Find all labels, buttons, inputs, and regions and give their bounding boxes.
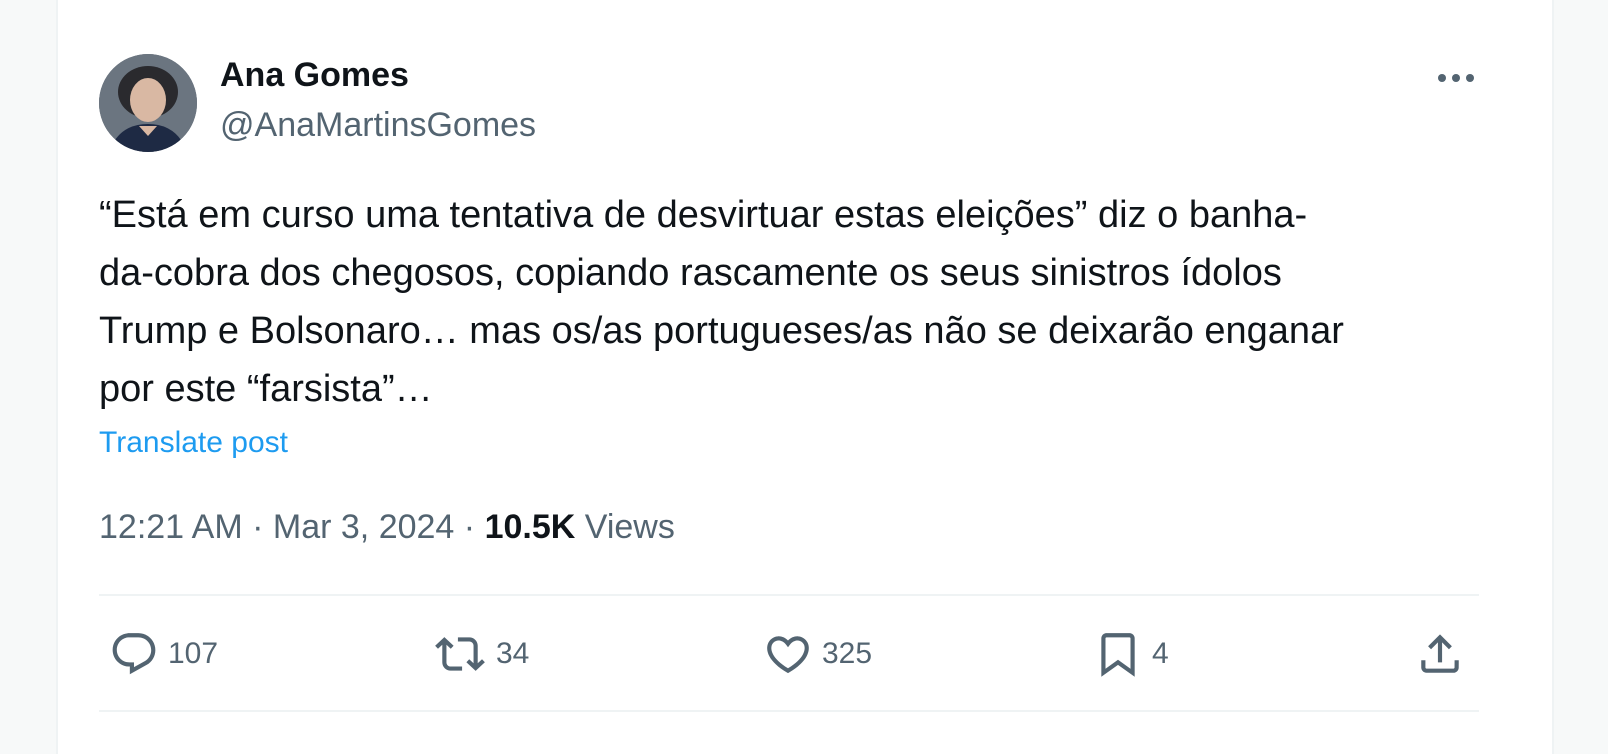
avatar[interactable] [99,54,197,152]
reply-button[interactable]: 107 [108,626,218,682]
post-time[interactable]: 12:21 AM [99,508,243,546]
bookmark-icon [1101,633,1135,677]
post-text-line: “Está em curso uma tentativa de desvirtu… [99,194,1308,236]
meta-separator: · [252,508,264,546]
post-text-line: da-cobra dos chegosos, copiando rascamen… [99,252,1282,294]
bookmark-count: 4 [1152,637,1169,670]
views-label[interactable]: Views [585,508,675,546]
like-button[interactable]: 325 [762,626,872,682]
avatar-image [99,54,197,152]
divider-top [99,594,1479,596]
views-count[interactable]: 10.5K [485,508,576,546]
post-text-line: Trump e Bolsonaro… mas os/as portugueses… [99,310,1344,352]
meta-separator: · [463,508,476,546]
tweet-card: Ana Gomes @AnaMartinsGomes “Está em curs… [56,0,1554,754]
author-handle[interactable]: @AnaMartinsGomes [220,106,536,145]
post-text: “Está em curso uma tentativa de desvirtu… [99,186,1499,418]
post-metadata: 12:21 AM · Mar 3, 2024 · 10.5K Views [99,508,675,547]
share-icon [1421,634,1459,673]
repost-icon [435,637,485,671]
bookmark-button[interactable]: 4 [1092,626,1169,682]
reply-count: 107 [168,637,219,670]
divider-bottom [99,710,1479,712]
post-text-line: por este “farsista”… [99,368,433,410]
more-horizontal-icon [1438,74,1474,82]
heart-icon [767,636,809,674]
post-date[interactable]: Mar 3, 2024 [273,508,454,546]
translate-post-link[interactable]: Translate post [99,426,288,460]
repost-button[interactable]: 34 [432,626,529,682]
repost-count: 34 [496,637,530,670]
more-options-button[interactable] [1434,58,1478,98]
like-count: 325 [822,637,873,670]
share-button[interactable] [1414,626,1466,682]
author-name[interactable]: Ana Gomes [220,56,409,95]
reply-icon [112,633,156,675]
